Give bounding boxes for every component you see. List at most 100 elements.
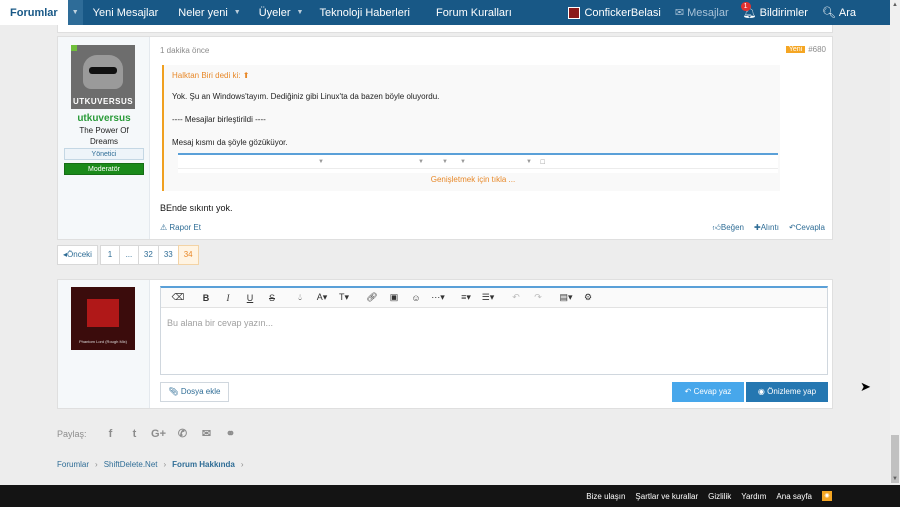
chevron-down-icon: ▼ (318, 159, 324, 165)
smiley-icon[interactable]: ☺ (405, 293, 427, 303)
breadcrumb-item[interactable]: ShiftDelete.Net (104, 460, 158, 469)
footer-link-contact[interactable]: Bize ulaşın (586, 492, 625, 501)
google-plus-icon[interactable]: G+ (147, 428, 171, 440)
nav-tab-forum-kurallari[interactable]: Forum Kuralları (418, 0, 530, 25)
account-nav: ConfickerBelasi ✉ Mesajlar 🔔︎ 1 Bildirim… (561, 0, 890, 25)
gear-icon[interactable]: ⚙ (577, 292, 599, 303)
scroll-down-arrow-icon[interactable]: ▼ (890, 474, 900, 484)
undo-icon[interactable]: ↶ (505, 292, 527, 303)
notifications-link[interactable]: 🔔︎ 1 Bildirimler (736, 0, 815, 25)
avatar-caption: Phantom Lord (Rough Mix) (78, 339, 128, 344)
previous-post-edge (57, 25, 833, 33)
quick-reply: Phantom Lord (Rough Mix) ⌫ B I U S 💧︎ A▾… (57, 279, 833, 409)
quote-author: Halktan Biri dedi ki: (172, 71, 241, 80)
expand-quote-link[interactable]: Genişletmek için tıkla ... (164, 175, 782, 184)
messages-link[interactable]: ✉ Mesajlar (668, 0, 736, 25)
attach-file-button[interactable]: 📎︎ Dosya ekle (160, 382, 229, 402)
link-icon[interactable]: 🔗︎ (361, 292, 383, 303)
paperclip-icon: 📎︎ (168, 387, 179, 396)
submit-reply-button[interactable]: ↶ Cevap yaz (672, 382, 744, 402)
account-link[interactable]: ConfickerBelasi (561, 0, 667, 25)
footer-link-home[interactable]: Ana sayfa (776, 492, 812, 501)
nav-tab-neler-yeni[interactable]: Neler yeni ▼ (168, 0, 250, 25)
image-icon[interactable]: ▣ (383, 292, 405, 303)
quote-button[interactable]: ✚Alıntı (754, 223, 779, 233)
chevron-down-icon: ▼ (418, 159, 424, 165)
breadcrumb-item[interactable]: Forumlar (57, 460, 89, 469)
quote-line: Yok. Şu an Windows'tayım. Dediğiniz gibi… (172, 92, 440, 101)
reply-label: Cevapla (795, 223, 825, 232)
eye-icon: ◉ (757, 387, 765, 396)
plus-icon: ✚ (754, 223, 761, 232)
link-icon[interactable]: ⚭ (219, 427, 243, 440)
nav-tab-forumlar-menu[interactable]: ▼ (67, 0, 83, 25)
author-avatar[interactable]: UTKUVERSUS (71, 45, 135, 109)
strikethrough-icon[interactable]: S (261, 293, 283, 303)
reply-button[interactable]: ↶Cevapla (789, 223, 825, 233)
submit-label: Cevap yaz (693, 387, 732, 396)
text-color-icon[interactable]: 💧︎ (289, 292, 311, 303)
footer-link-terms[interactable]: Şartlar ve kurallar (635, 492, 698, 501)
reply-editor[interactable]: ⌫ B I U S 💧︎ A▾ T▾ 🔗︎ ▣ ☺ ⋯▾ ≡▾ ☰▾ ↶ ↷ ▤… (160, 286, 828, 375)
chevron-down-icon[interactable]: ▼ (297, 9, 304, 16)
scroll-up-arrow-icon[interactable]: ▲ (890, 0, 900, 10)
attach-label: Dosya ekle (180, 387, 221, 396)
redo-icon[interactable]: ↷ (527, 292, 549, 303)
report-label: Rapor Et (169, 223, 201, 232)
like-button[interactable]: 👍︎Beğen (712, 223, 744, 233)
font-family-icon[interactable]: A▾ (311, 292, 333, 303)
footer-link-privacy[interactable]: Gizlilik (708, 492, 731, 501)
save-draft-icon[interactable]: ▤▾ (555, 292, 577, 303)
nav-tab-forumlar[interactable]: Forumlar (0, 0, 68, 25)
quote-header[interactable]: Halktan Biri dedi ki: ⬆︎ (172, 71, 249, 80)
page-ellipsis[interactable]: ... (118, 245, 139, 265)
author-title: The Power Of Dreams (79, 126, 129, 146)
footer-link-help[interactable]: Yardım (741, 492, 766, 501)
notification-count-badge: 1 (740, 2, 751, 11)
arrow-up-circle-icon: ⬆︎ (242, 71, 250, 80)
quote-block: Halktan Biri dedi ki: ⬆︎ Yok. Şu an Wind… (162, 65, 780, 191)
post-timestamp[interactable]: 1 dakika önce (160, 46, 209, 55)
reply-author-panel: Phantom Lord (Rough Mix) (58, 280, 150, 408)
search-link[interactable]: 🔍︎ Ara (815, 0, 890, 25)
preview-button[interactable]: ◉ Önizleme yap (746, 382, 828, 402)
cat-sunglasses (89, 67, 117, 74)
nav-tab-uyeler[interactable]: Üyeler ▼ (251, 0, 312, 25)
share-bar: Paylaş: f t G+ ✆ ✉ ⚭ (57, 427, 243, 441)
facebook-icon[interactable]: f (99, 428, 123, 440)
font-size-icon[interactable]: T▾ (333, 292, 355, 303)
chevron-right-icon: › (240, 460, 244, 469)
italic-icon[interactable]: I (217, 293, 239, 303)
whatsapp-icon[interactable]: ✆ (171, 427, 195, 440)
warning-icon: ⚠ (160, 223, 168, 232)
preview-row: ▼ ▼ ▼ ▼ ▼ ☐ (178, 159, 778, 169)
page-link[interactable]: 33 (157, 245, 179, 265)
email-icon[interactable]: ✉ (195, 427, 219, 440)
underline-icon[interactable]: U (239, 293, 261, 303)
align-icon[interactable]: ≡▾ (455, 292, 477, 303)
current-page[interactable]: 34 (177, 245, 199, 265)
prev-page-button[interactable]: ◂Önceki (57, 245, 98, 265)
author-name[interactable]: utkuversus (58, 113, 150, 124)
report-button[interactable]: ⚠ Rapor Et (160, 223, 201, 232)
post-number[interactable]: #680 (808, 45, 826, 54)
eraser-icon[interactable]: ⌫ (167, 292, 189, 303)
twitter-icon[interactable]: t (123, 428, 147, 440)
bold-icon[interactable]: B (195, 293, 217, 303)
page-link[interactable]: 32 (137, 245, 159, 265)
rss-icon[interactable]: ◉ (822, 491, 832, 501)
chevron-right-icon: › (163, 460, 167, 469)
mouse-cursor-icon: ➤ (860, 379, 871, 394)
page-scrollbar[interactable]: ▲ ▼ (890, 0, 900, 485)
avatar[interactable]: Phantom Lord (Rough Mix) (71, 287, 135, 350)
more-options-icon[interactable]: ⋯▾ (427, 292, 449, 303)
square-icon: ☐ (540, 160, 546, 166)
breadcrumb-item[interactable]: Forum Hakkında (172, 460, 235, 469)
page-link[interactable]: 1 (99, 245, 120, 265)
reply-placeholder[interactable]: Bu alana bir cevap yazın... (167, 318, 273, 328)
chevron-down-icon[interactable]: ▼ (234, 9, 241, 16)
forum-post: UTKUVERSUS utkuversus The Power Of Dream… (57, 36, 833, 240)
nav-tab-teknoloji-haberleri[interactable]: Teknoloji Haberleri (311, 0, 418, 25)
nav-tab-yeni-mesajlar[interactable]: Yeni Mesajlar (83, 0, 169, 25)
list-icon[interactable]: ☰▾ (477, 292, 499, 303)
